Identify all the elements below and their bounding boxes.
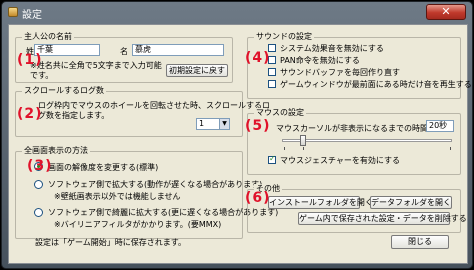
fullscreen-radio-2[interactable] (34, 180, 43, 189)
fullscreen-option2: ソフトウェア側で拡大する(動作が遅くなる場合があります) (48, 180, 263, 189)
delete-saved-data-button[interactable]: ゲーム内で保存された設定・データを削除する (298, 212, 467, 225)
reset-name-button[interactable]: 初期設定に戻す (166, 64, 228, 77)
fullscreen-radio-3[interactable] (34, 208, 43, 217)
open-install-folder-button[interactable]: インストールフォルダを開く (268, 196, 373, 209)
name-group: 主人公の名前 姓 千葉 名 慕虎 ※姓名共に全角で5文字まで入力可能 です。 初… (15, 32, 233, 83)
scroll-desc-line2: グ数を指定します。 (38, 111, 110, 120)
fullscreen-group-legend: 全画面表示の方法 (22, 146, 90, 156)
marker-1: (1) (17, 52, 43, 68)
given-name-label: 名 (120, 47, 128, 56)
sound-checkbox-4[interactable] (268, 80, 276, 88)
slider-tick (450, 147, 451, 150)
window-close-button[interactable]: ✕ (426, 4, 466, 20)
gesture-label: マウスジェスチャーを有効にする (280, 156, 400, 165)
settings-window: 設定 ✕ 主人公の名前 姓 千葉 名 慕虎 ※姓名共に全角で5文字まで入力可能 … (1, 1, 473, 269)
scroll-count-select[interactable]: 1 ▼ (196, 118, 230, 130)
dialog-body: 主人公の名前 姓 千葉 名 慕虎 ※姓名共に全角で5文字まで入力可能 です。 初… (8, 24, 472, 264)
title-bar[interactable]: 設定 ✕ (2, 2, 472, 22)
name-group-legend: 主人公の名前 (22, 32, 74, 42)
marker-2: (2) (17, 106, 43, 122)
sound-option-4: ゲームウィンドウが最前面にある時だけ音を再生する (280, 80, 472, 89)
scroll-group-legend: スクロールするログ数 (22, 86, 106, 96)
window-title: 設定 (22, 10, 42, 21)
cursor-hide-slider[interactable] (282, 139, 452, 142)
save-note: 設定は「ゲーム開始」時に保存されます。 (35, 238, 186, 247)
sound-option-2: PAN命令を無効にする (280, 56, 360, 65)
fullscreen-option1: 画面の解像度を変更する(標準) (48, 163, 159, 172)
sound-checkbox-3[interactable] (268, 68, 276, 76)
cursor-hide-slider-thumb[interactable] (300, 135, 306, 146)
mouse-group: マウスの設定 マウスカーソルが非表示になるまでの時間 20秒 マウスジェスチャー… (247, 108, 461, 175)
marker-6: (6) (245, 190, 271, 206)
marker-5: (5) (245, 118, 271, 134)
app-icon (8, 7, 18, 17)
chevron-down-icon[interactable]: ▼ (219, 119, 229, 129)
surname-field[interactable]: 千葉 (34, 44, 100, 56)
given-name-field[interactable]: 慕虎 (132, 44, 224, 56)
name-note-line2: です。 (30, 71, 54, 80)
fullscreen-option2-note: ※壁紙画表示以外では機能しません (54, 192, 181, 201)
open-data-folder-button[interactable]: データフォルダを開く (370, 196, 452, 209)
sound-group: サウンドの設定 システム効果音を無効にする PAN命令を無効にする サウンドバッ… (247, 32, 472, 99)
close-button[interactable]: 閉じる (391, 235, 449, 249)
scroll-count-value: 1 (199, 119, 205, 128)
marker-3: (3) (27, 158, 53, 174)
sound-option-1: システム効果音を無効にする (280, 44, 384, 53)
marker-4: (4) (245, 50, 271, 66)
cursor-hide-label: マウスカーソルが非表示になるまでの時間 (276, 124, 428, 133)
slider-tick (284, 147, 285, 150)
fullscreen-option3-note: ※バイリニアフィルタがかかります。(要MMX) (54, 220, 222, 229)
other-group: その他 インストールフォルダを開く データフォルダを開く ゲーム内で保存された設… (247, 184, 467, 233)
gesture-checkbox[interactable] (268, 154, 276, 164)
sound-option-3: サウンドバッファを毎回作り直す (280, 68, 400, 77)
scroll-group: スクロールするログ数 ログ枠内でマウスのホイールを回転させた時、スクロールするロ… (15, 86, 270, 137)
sound-group-legend: サウンドの設定 (254, 32, 314, 42)
mouse-group-legend: マウスの設定 (254, 108, 306, 118)
fullscreen-option3: ソフトウェア側で綺麗に拡大する(更に遅くなる場合があります) (48, 208, 279, 217)
cursor-hide-value[interactable]: 20秒 (426, 120, 454, 132)
slider-tick (303, 147, 304, 150)
